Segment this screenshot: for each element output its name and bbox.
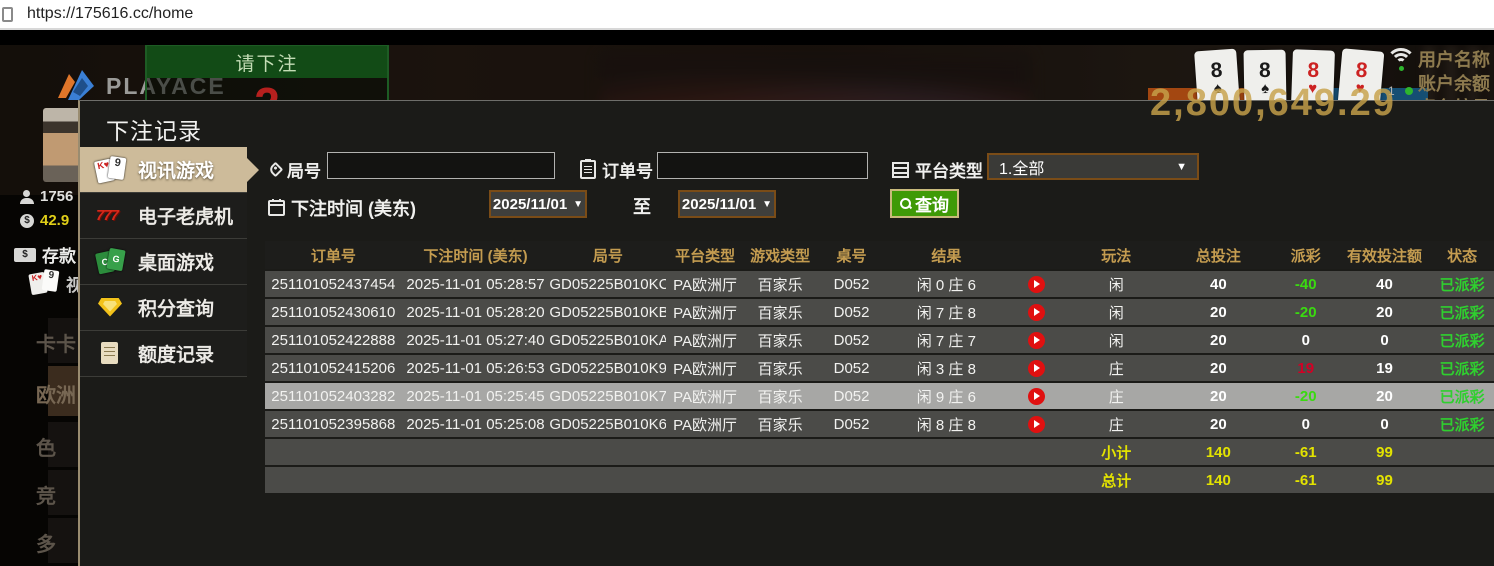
tag-icon [267, 161, 284, 178]
table-header-row: 订单号 下注时间 (美东) 局号 平台类型 游戏类型 桌号 结果 玩法 总投注 … [265, 241, 1494, 269]
platform-type-select[interactable]: 1.全部 ▼ [987, 153, 1199, 180]
deposit-label: 存款 [42, 247, 76, 266]
bet-records-table: 订单号 下注时间 (美东) 局号 平台类型 游戏类型 桌号 结果 玩法 总投注 … [265, 241, 1494, 495]
deposit-button[interactable]: 存款 [14, 242, 76, 267]
clipboard-icon [580, 159, 596, 179]
hall-tab-europe[interactable]: 欧洲 [36, 366, 80, 416]
user-id-row: 1756 [20, 188, 73, 205]
filter-bar: 局号 订单号 平台类型 1.全部 ▼ 下注时间 (美东) 2025/11/01 [265, 151, 1494, 241]
menu-item-video-games[interactable]: 视讯游戏 [80, 147, 259, 193]
to-label: 至 [633, 197, 651, 217]
url-text[interactable]: https://175616.cc/home [27, 5, 193, 23]
user-balance-row: 42.9 [20, 212, 69, 229]
table-games-icon [96, 248, 126, 276]
replay-button[interactable] [1027, 331, 1045, 349]
username-label: 用户名称 [1418, 50, 1490, 70]
seat-dot-green [1404, 87, 1413, 95]
menu-item-table-games[interactable]: 桌面游戏 [80, 239, 247, 285]
chevron-down-icon: ▼ [573, 198, 584, 210]
date-to-select[interactable]: 2025/11/01 ▼ [678, 190, 776, 218]
menu-item-points-query[interactable]: 积分查询 [80, 285, 247, 331]
table-balance-amount: 2,800,649.29 [1150, 82, 1396, 124]
video-cards-icon [96, 156, 126, 184]
cards-icon [30, 270, 60, 296]
search-icon [900, 198, 911, 209]
hall-tab-duo[interactable]: 多 [36, 518, 80, 563]
top-black-strip [0, 30, 1494, 45]
round-number-input[interactable] [327, 152, 555, 179]
person-icon [20, 189, 34, 204]
table-row: 251101052403282 2025-11-01 05:25:45 GD05… [265, 383, 1494, 409]
account-balance-label: 账户余额 [1418, 74, 1490, 94]
table-row: 251101052395868 2025-11-01 05:25:08 GD05… [265, 411, 1494, 437]
diamond-icon [96, 294, 126, 322]
menu-item-quota-records[interactable]: 额度记录 [80, 331, 247, 377]
avatar [43, 108, 83, 182]
replay-button[interactable] [1027, 359, 1045, 377]
date-from-select[interactable]: 2025/11/01 ▼ [489, 190, 587, 218]
order-number-input[interactable] [657, 152, 868, 179]
slot-777-icon [96, 202, 126, 230]
site-info-icon[interactable] [2, 6, 13, 22]
subtotal-row: 小计 140 -61 99 [265, 439, 1494, 465]
bet-time-label: 下注时间 (美东) [268, 195, 416, 221]
calendar-icon [268, 199, 285, 216]
table-row: 251101052437454 2025-11-01 05:28:57 GD05… [265, 271, 1494, 297]
chevron-down-icon: ▼ [1176, 160, 1187, 173]
game-background: PLAYACE 请下注 2 8♠ 8♠ 8♥ 8♥ 2,800,649.29 用… [0, 30, 1494, 566]
search-button[interactable]: 查询 [890, 189, 959, 218]
bet-records-modal: 下注记录 视讯游戏 电子老虎机 桌面游戏 积分查询 额度记录 [78, 100, 1494, 566]
bet-prompt-label: 请下注 [147, 46, 387, 78]
hall-tab-se[interactable]: 色 [36, 422, 80, 467]
replay-button[interactable] [1027, 387, 1045, 405]
document-icon [96, 340, 126, 368]
menu-item-slots[interactable]: 电子老虎机 [80, 193, 247, 239]
playace-logo-icon [58, 70, 94, 100]
browser-address-bar[interactable]: https://175616.cc/home [0, 0, 1494, 30]
replay-button[interactable] [1027, 303, 1045, 321]
table-row: 251101052430610 2025-11-01 05:28:20 GD05… [265, 299, 1494, 325]
hall-tab-kaka[interactable]: 卡卡 [36, 318, 80, 363]
table-row: 251101052422888 2025-11-01 05:27:40 GD05… [265, 327, 1494, 353]
server-icon [892, 161, 909, 178]
user-id: 1756 [40, 188, 74, 205]
chevron-down-icon: ▼ [762, 198, 773, 210]
modal-menu: 视讯游戏 电子老虎机 桌面游戏 积分查询 额度记录 [80, 147, 259, 566]
banknote-icon [14, 247, 36, 262]
platform-type-label: 平台类型 [892, 157, 983, 182]
hall-tab-jing[interactable]: 竞 [36, 470, 80, 515]
table-row: 251101052415206 2025-11-01 05:26:53 GD05… [265, 355, 1494, 381]
round-number-label: 局号 [267, 157, 321, 182]
replay-button[interactable] [1027, 275, 1045, 293]
order-number-label: 订单号 [580, 157, 653, 182]
money-bag-icon [20, 213, 34, 228]
grand-total-row: 总计 140 -61 99 [265, 467, 1494, 493]
replay-button[interactable] [1027, 415, 1045, 433]
video-games-shortcut[interactable]: 视 [30, 270, 83, 296]
wifi-icon [1386, 48, 1416, 72]
user-balance: 42.9 [40, 212, 70, 229]
